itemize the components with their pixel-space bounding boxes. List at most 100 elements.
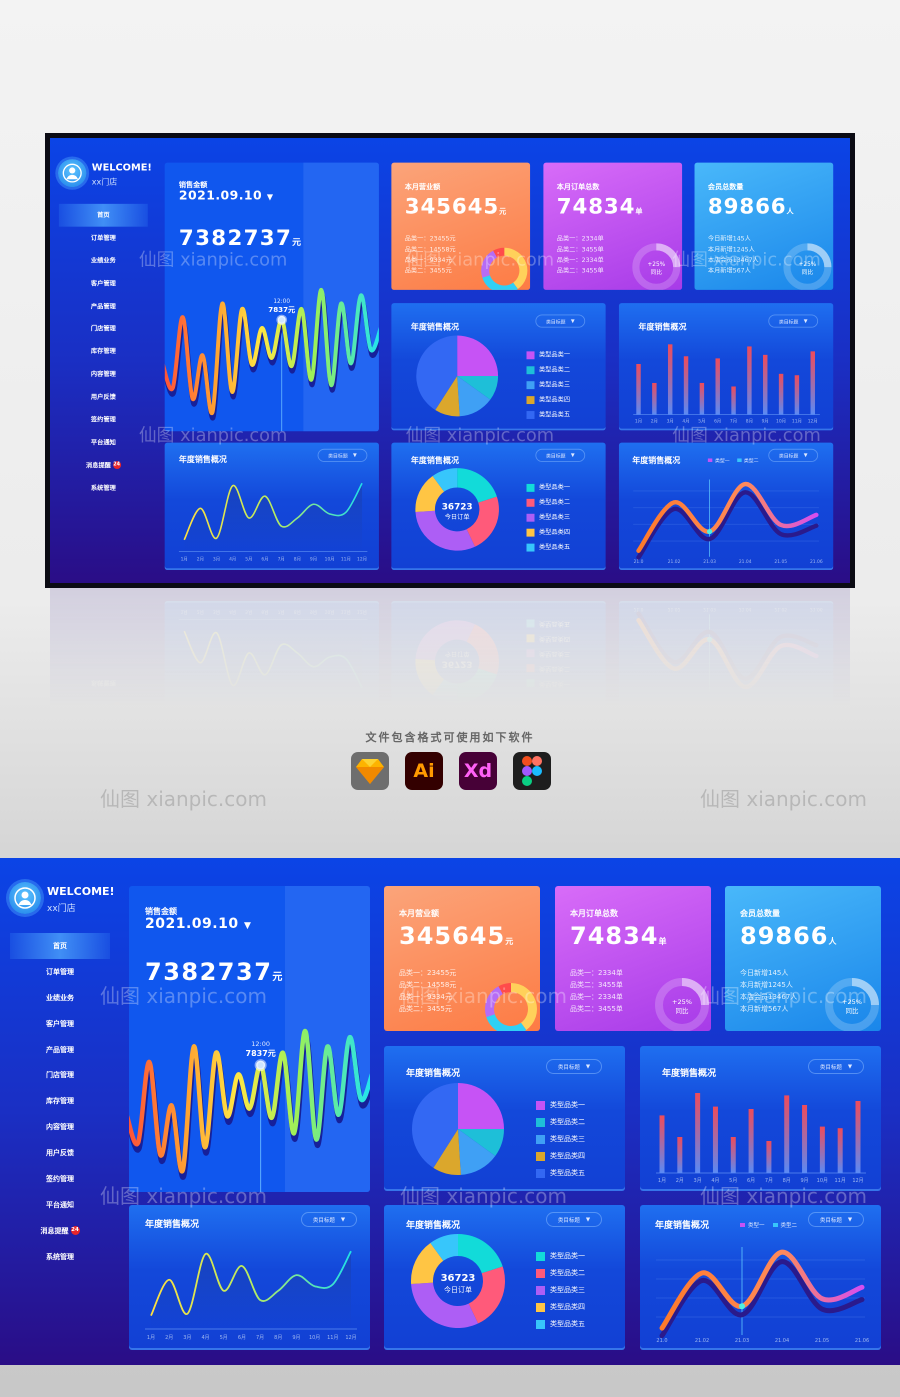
monitor-reflection: WELCOME! xx门店 首页 订单管理 业绩业务 客户管理 产品管理 门店管… [50,588,850,708]
dual-line-panel: 年度销售概况 类型一 类型二 类目标题▼ 21.021.0221.0321.04… [618,601,834,708]
sidebar-item-inventory[interactable]: 库存管理 [10,1088,110,1114]
legend-swatch [526,619,535,628]
donut-slice[interactable] [458,1234,503,1274]
kpi-card-members: 会员总数量 89866人 今日新增145人 本月新增1245人 本店会员1346… [694,162,834,290]
x-tick-label: 21.04 [739,606,752,612]
donut-slice[interactable] [457,468,497,503]
bar[interactable] [667,344,673,415]
revenue-slice[interactable] [504,247,528,290]
sidebar-item-products[interactable]: 产品管理 [10,1037,110,1063]
bar[interactable] [712,1106,718,1173]
highlight-point[interactable] [706,528,713,535]
sidebar-item-feedback[interactable]: 用户反馈 [59,386,148,409]
sketch-icon [351,752,389,790]
sidebar-item-feedback[interactable]: 用户反馈 [10,1140,110,1166]
pie-slice[interactable] [457,335,499,376]
svg-text:同比: 同比 [802,268,814,276]
bar[interactable] [784,1095,790,1173]
monitor-frame: WELCOME! xx门店 首页 订单管理 业绩业务 客户管理 产品管理 门店管… [45,133,855,588]
bar[interactable] [730,1137,736,1173]
highlight-point[interactable] [706,636,713,643]
avatar[interactable] [58,159,87,188]
bar[interactable] [802,1105,808,1173]
revenue-slice[interactable] [486,1014,527,1031]
x-tick-label: 9月 [292,1335,300,1341]
highlight-point[interactable] [739,1303,745,1310]
bar-panel: 年度销售概况 类目标题 ▼ 1月 2月 3月 4月 5月 6月 7月 8月 9月 10月 11月 12月 [640,1046,881,1191]
x-tick-label: 4月 [229,609,236,615]
bar[interactable] [659,1115,665,1173]
category-dropdown[interactable]: 类目标题 ▼ [546,1059,602,1074]
bar[interactable] [715,358,720,415]
category-dropdown[interactable]: 类目标题 ▼ [535,448,586,462]
software-title: 文件包含格式可使用如下软件 [365,731,535,744]
reflection-dashboard: WELCOME! xx门店 首页 订单管理 业绩业务 客户管理 产品管理 门店管… [50,588,850,708]
sidebar-item-customers[interactable]: 客户管理 [59,272,148,295]
sidebar-item-contracts[interactable]: 签约管理 [10,1166,110,1192]
bar[interactable] [763,354,768,415]
category-dropdown[interactable]: 类目标题 ▼ [535,314,586,328]
sidebar-item-inventory[interactable]: 库存管理 [59,340,148,363]
donut-center-value: 36723 [442,659,473,669]
sidebar-item-stores[interactable]: 门店管理 [10,1062,110,1088]
bar[interactable] [855,1101,861,1173]
sidebar-item-stores[interactable]: 门店管理 [59,318,148,341]
sidebar-item-messages[interactable]: 消息提醒 24 [59,694,148,708]
sidebar-item-orders[interactable]: 订单管理 [10,959,110,985]
legend-swatch [536,1251,545,1261]
sidebar-item-customers[interactable]: 客户管理 [10,1011,110,1037]
sidebar-item-system[interactable]: 系统管理 [59,477,148,500]
bar[interactable] [695,1093,701,1173]
revenue-slice[interactable] [482,275,518,290]
legend-swatch [526,483,535,492]
sidebar-item-notices[interactable]: 平台通知 [59,431,148,454]
category-dropdown[interactable]: 类目标题 ▼ [546,1212,602,1227]
caret-down-icon: ▼ [585,1216,591,1223]
watermark: 仙图 xianpic.com [700,787,868,811]
legend-item: 类型品类二 [526,365,570,374]
sidebar-item-system[interactable]: 系统管理 [10,1244,110,1270]
donut-slice[interactable] [457,668,497,703]
sidebar-item-performance[interactable]: 业绩业务 [59,249,148,272]
legend-item: 类型品类二 [526,498,570,507]
sidebar-item-content[interactable]: 内容管理 [10,1114,110,1140]
bar[interactable] [837,1128,843,1173]
revenue-slice[interactable] [481,250,497,278]
sidebar-item-messages[interactable]: 消息提醒 24 [10,1218,110,1244]
sidebar-item-content[interactable]: 内容管理 [59,363,148,386]
avatar[interactable] [9,882,41,914]
sidebar-item-performance[interactable]: 业绩业务 [10,985,110,1011]
monthly-line-chart: 1月 2月 3月 4月 5月 6月 7月 8月 9月 10月 11月 12月 [145,1250,357,1341]
sidebar-item-home[interactable]: 首页 [58,203,148,227]
pie-slice[interactable] [458,1083,504,1129]
sidebar-item-products[interactable]: 产品管理 [59,295,148,318]
sidebar-item-home[interactable]: 首页 [10,933,110,959]
bar[interactable] [766,1141,772,1173]
bar[interactable] [699,382,705,415]
wave-point[interactable] [276,314,288,326]
kpi-card-orders: 本月订单总数 74834单 品类一：2334单 品类二：3455单 品类一：23… [543,162,683,290]
wave-point[interactable] [254,1059,267,1072]
sidebar-item-contracts[interactable]: 签约管理 [59,408,148,431]
bar[interactable] [819,1126,825,1173]
sidebar-item-system[interactable]: 系统管理 [59,672,148,695]
bar[interactable] [810,351,815,415]
x-tick-label: 21.02 [695,1338,709,1344]
bar[interactable] [747,346,752,415]
x-tick-label: 21.02 [668,606,681,612]
x-tick-label: 21.0 [634,559,644,565]
bar[interactable] [683,356,689,415]
revenue-slice[interactable] [511,983,537,1031]
bar[interactable] [636,363,641,415]
svg-text:同比: 同比 [846,1006,860,1015]
bar[interactable] [652,382,657,415]
bar[interactable] [748,1109,754,1173]
bar[interactable] [731,386,736,415]
sidebar-item-orders[interactable]: 订单管理 [59,227,148,250]
bar[interactable] [794,375,800,415]
sidebar-item-notices[interactable]: 平台通知 [10,1192,110,1218]
sidebar-item-messages[interactable]: 消息提醒 24 [59,454,148,477]
bar[interactable] [677,1137,683,1173]
revenue-slice[interactable] [485,986,503,1018]
bar[interactable] [778,373,784,415]
